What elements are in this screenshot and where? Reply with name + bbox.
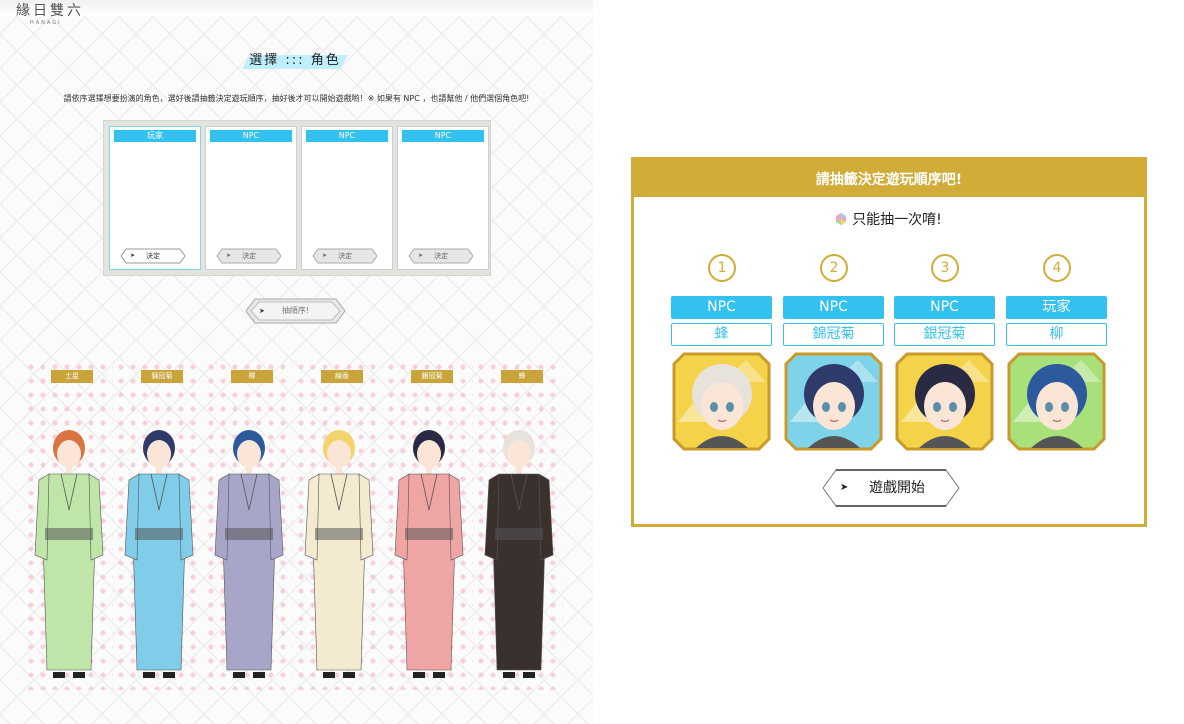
decide-button[interactable]: ➤ 決定 xyxy=(120,248,186,264)
character-select-page: 緣日雙六 HANAGI 選擇 ::: 角色 請依序選擇想要扮演的角色，選好後請抽… xyxy=(0,0,593,724)
dialog-header: 請抽籤決定遊玩順序吧! xyxy=(634,160,1144,197)
play-arrow-icon: ➤ xyxy=(418,252,424,259)
character-name-tag: 柳 xyxy=(231,370,273,383)
play-arrow-icon: ➤ xyxy=(226,252,232,259)
decide-button[interactable]: ➤ 決定 xyxy=(312,248,378,264)
player-slot-4[interactable]: NPC ➤ 決定 xyxy=(397,126,489,270)
order-card: 1 NPC 蜂 xyxy=(671,254,772,454)
decide-button[interactable]: ➤ 決定 xyxy=(216,248,282,264)
character-name-tag: 銀冠菊 xyxy=(411,370,453,383)
instructions-text: 請依序選擇想要扮演的角色，選好後請抽籤決定遊玩順序，抽好後才可以開始遊戲喲！※ … xyxy=(63,94,530,103)
character-name-tag: 土星 xyxy=(51,370,93,383)
dialog-note-text: 只能抽一次唷! xyxy=(852,212,942,228)
slot-role-tag: NPC xyxy=(306,130,388,142)
gem-icon xyxy=(836,213,847,225)
order-number: 4 xyxy=(1043,254,1071,282)
slot-role-tag: NPC xyxy=(402,130,484,142)
order-card: 3 NPC 銀冠菊 xyxy=(894,254,995,454)
page-title-text: 選擇 ::: 角色 xyxy=(249,53,341,68)
play-arrow-icon: ➤ xyxy=(259,307,265,315)
character-portrait xyxy=(1007,352,1106,451)
order-number: 2 xyxy=(820,254,848,282)
decide-button-label: 決定 xyxy=(242,252,256,260)
player-slots: 玩家 ➤ 決定 NPC ➤ 決定 NPC ➤ 決定 NPC ➤ 決定 xyxy=(103,120,491,276)
character-illustration xyxy=(394,430,464,678)
order-number: 3 xyxy=(931,254,959,282)
dialog-note: 只能抽一次唷! xyxy=(634,209,1144,229)
character-card[interactable]: 土星 xyxy=(25,360,113,690)
decide-button-label: 決定 xyxy=(434,252,448,260)
card-character-name: 柳 xyxy=(1006,323,1107,346)
play-arrow-icon: ➤ xyxy=(840,482,849,493)
character-illustration xyxy=(214,430,284,678)
card-role-tag: NPC xyxy=(783,296,884,319)
slot-role-tag: 玩家 xyxy=(114,130,196,142)
order-number: 1 xyxy=(708,254,736,282)
card-character-name: 錦冠菊 xyxy=(783,323,884,346)
order-card: 2 NPC 錦冠菊 xyxy=(783,254,884,454)
decide-button[interactable]: ➤ 決定 xyxy=(408,248,474,264)
character-name-tag: 錦冠菊 xyxy=(141,370,183,383)
site-logo[interactable]: 緣日雙六 xyxy=(16,0,84,20)
player-slot-1[interactable]: 玩家 ➤ 決定 xyxy=(109,126,201,270)
site-logo-subtitle: HANAGI xyxy=(30,20,62,26)
character-gallery: 土星 錦冠菊 柳 線香 銀冠菊 蜂 xyxy=(25,360,567,690)
player-slot-3[interactable]: NPC ➤ 決定 xyxy=(301,126,393,270)
character-portrait xyxy=(672,352,771,451)
draw-order-button-label: 抽順序! xyxy=(281,306,310,315)
player-slot-2[interactable]: NPC ➤ 決定 xyxy=(205,126,297,270)
page-title: 選擇 ::: 角色 xyxy=(241,47,349,69)
decide-button-label: 決定 xyxy=(146,252,160,260)
play-arrow-icon: ➤ xyxy=(322,252,328,259)
draw-order-button[interactable]: ➤ 抽順序! xyxy=(245,298,346,324)
character-card[interactable]: 錦冠菊 xyxy=(115,360,203,690)
character-portrait xyxy=(895,352,994,451)
play-arrow-icon: ➤ xyxy=(130,252,136,259)
top-bar xyxy=(0,0,593,16)
character-card[interactable]: 柳 xyxy=(205,360,293,690)
card-character-name: 蜂 xyxy=(671,323,772,346)
card-role-tag: NPC xyxy=(894,296,995,319)
card-role-tag: NPC xyxy=(671,296,772,319)
decide-button-label: 決定 xyxy=(338,252,352,260)
draw-order-dialog: 請抽籤決定遊玩順序吧! 只能抽一次唷! 1 NPC 蜂 2 NPC 錦冠菊 3 NPC 銀冠菊 4… xyxy=(631,157,1147,527)
character-name-tag: 線香 xyxy=(321,370,363,383)
character-illustration xyxy=(484,430,554,678)
character-name-tag: 蜂 xyxy=(501,370,543,383)
card-role-tag: 玩家 xyxy=(1006,296,1107,319)
character-card[interactable]: 蜂 xyxy=(475,360,563,690)
character-illustration xyxy=(304,430,374,678)
character-card[interactable]: 銀冠菊 xyxy=(385,360,473,690)
card-character-name: 銀冠菊 xyxy=(894,323,995,346)
character-illustration xyxy=(34,430,104,678)
character-card[interactable]: 線香 xyxy=(295,360,383,690)
start-game-button[interactable]: ➤ 遊戲開始 xyxy=(822,469,960,507)
character-illustration xyxy=(124,430,194,678)
slot-role-tag: NPC xyxy=(210,130,292,142)
order-card: 4 玩家柳 xyxy=(1006,254,1107,454)
character-portrait xyxy=(784,352,883,451)
start-game-button-label: 遊戲開始 xyxy=(869,480,925,496)
